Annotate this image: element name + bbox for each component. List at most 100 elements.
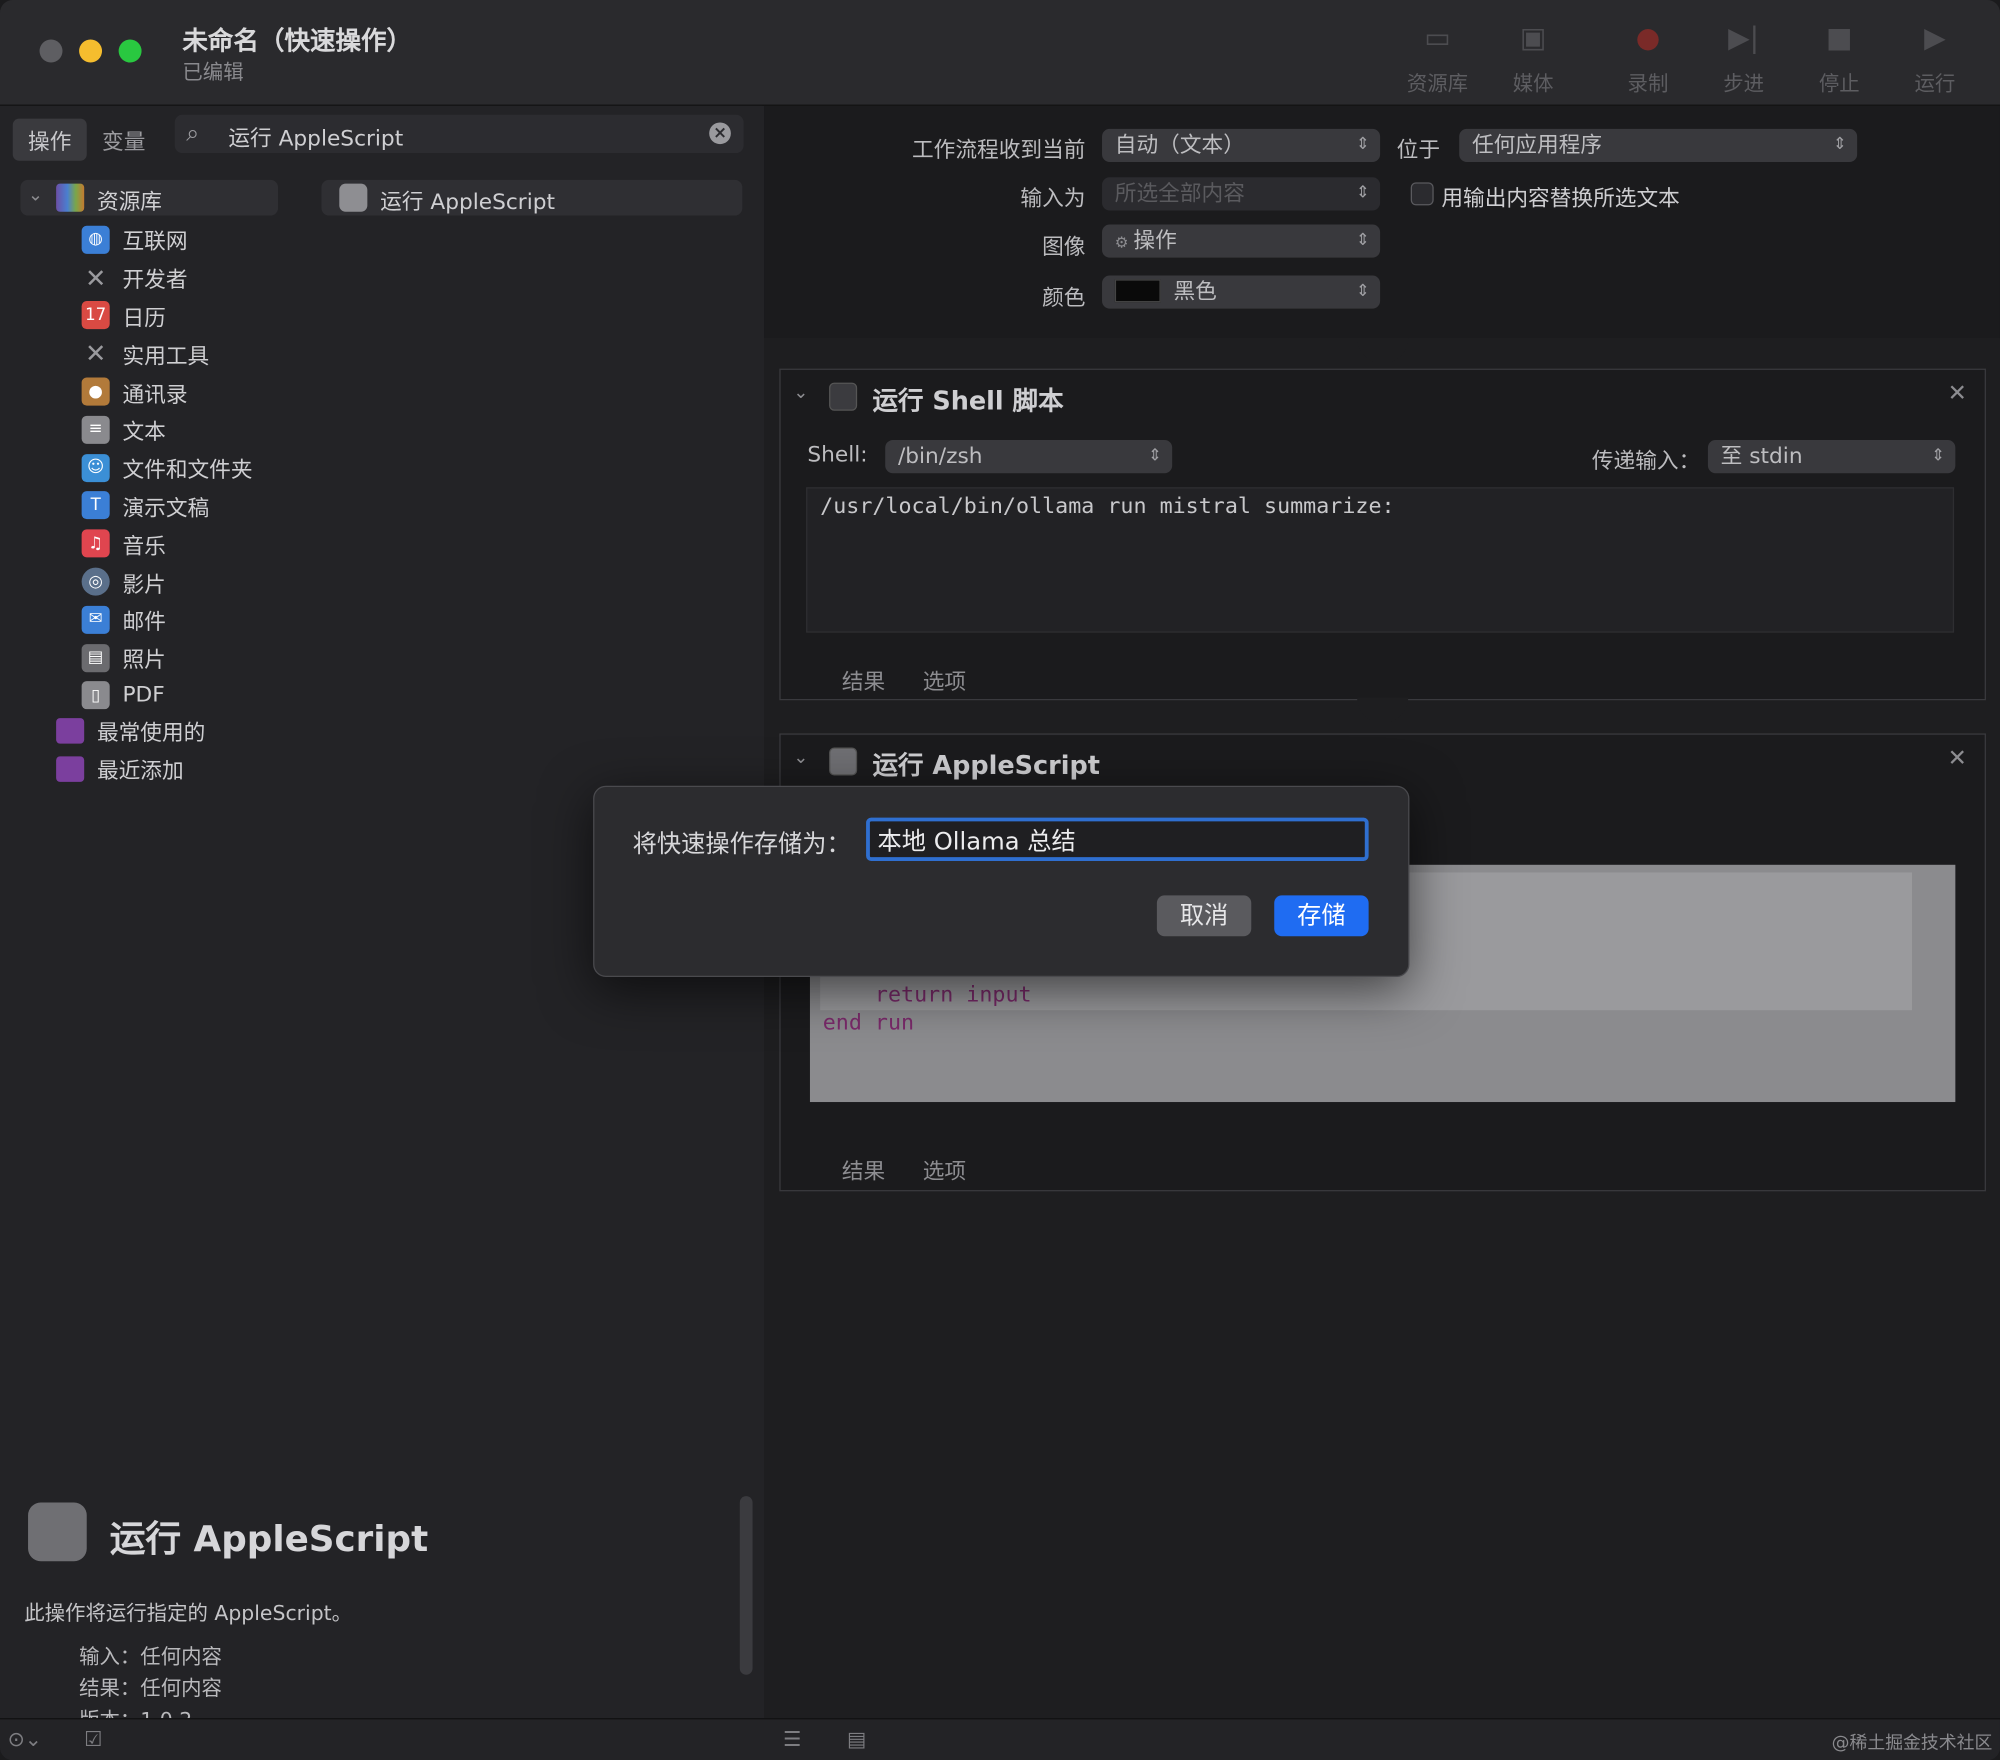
library-item-music[interactable]: ♫ 音乐 — [81, 525, 253, 563]
workflow-settings: 工作流程收到当前 自动（文本） ⇕ 位于 任何应用程序 ⇕ 输入为 所选全部内容 ⇕ … — [764, 105, 2000, 339]
library-item-label: 实用工具 — [122, 344, 210, 370]
record-toolbar-button[interactable]: ● 录制 — [1610, 23, 1687, 97]
action-result-item[interactable]: 运行 AppleScript — [321, 179, 743, 216]
chevron-updown-icon: ⇕ — [1355, 183, 1370, 203]
applescript-action-title: 运行 AppleScript — [872, 749, 1100, 781]
text-icon: ≡ — [81, 415, 110, 444]
run-toolbar-button[interactable]: ▶ 运行 — [1897, 23, 1974, 97]
library-item-photos[interactable]: ▤ 照片 — [81, 639, 253, 677]
mail-icon: ✉ — [81, 605, 110, 634]
search-input[interactable] — [225, 118, 691, 152]
library-item-internet[interactable]: ◍ 互联网 — [81, 221, 253, 259]
replace-text-label: 用输出内容替换所选文本 — [1441, 186, 1680, 212]
library-toolbar-button[interactable]: ▭ 资源库 — [1399, 23, 1476, 97]
pass-input-value: 至 stdin — [1720, 443, 1803, 470]
record-icon: ● — [1635, 22, 1661, 55]
workflow-connector — [1357, 338, 1409, 364]
library-item-contacts[interactable]: ● 通讯录 — [81, 373, 253, 411]
library-item-text[interactable]: ≡ 文本 — [81, 411, 253, 449]
chevron-updown-icon: ⇕ — [1833, 135, 1847, 155]
color-label: 颜色 — [1042, 285, 1086, 312]
stop-toolbar-button[interactable]: ■ 停止 — [1801, 23, 1878, 97]
calendar-icon: 17 — [81, 301, 110, 330]
save-button[interactable]: 存储 — [1274, 895, 1369, 937]
library-item-developer[interactable]: ✕ 开发者 — [82, 259, 253, 297]
chevron-updown-icon: ⇕ — [1355, 230, 1370, 250]
input-is-label: 输入为 — [1020, 186, 1086, 212]
cancel-button[interactable]: 取消 — [1156, 895, 1252, 937]
description-scrollbar[interactable] — [739, 1496, 753, 1675]
minimize-window-button[interactable] — [79, 39, 103, 63]
step-toolbar-button[interactable]: ▶︎| 步进 — [1705, 23, 1782, 97]
input-is-value: 所选全部内容 — [1114, 181, 1245, 207]
tab-options[interactable]: 选项 — [923, 670, 966, 696]
library-item-label: 演示文稿 — [122, 496, 210, 522]
save-name-input[interactable] — [869, 821, 1365, 858]
library-root-label: 资源库 — [96, 190, 162, 216]
watermark: @稀土掘金技术社区 — [1831, 1733, 1993, 1754]
library-item-files-folders[interactable]: ☺ 文件和文件夹 — [81, 449, 253, 487]
gear-icon: ⚙ — [1114, 233, 1134, 252]
tab-actions[interactable]: 操作 — [12, 118, 87, 161]
receives-label: 工作流程收到当前 — [911, 137, 1086, 164]
description-title: 运行 AppleScript — [109, 1517, 429, 1560]
title-bar: 未命名（快速操作） 已编辑 ▭ 资源库 ▣ 媒体 ● 录制 ▶︎| 步进 ■ 停… — [0, 0, 2000, 106]
library-root-item[interactable]: ⌄ 资源库 — [20, 179, 279, 216]
description-input: 输入：任何内容 — [79, 1644, 222, 1669]
workflow-connector — [1357, 697, 1409, 724]
library-item-calendar[interactable]: 17 日历 — [81, 297, 253, 335]
close-icon[interactable]: ✕ — [1948, 745, 1967, 772]
zoom-window-button[interactable] — [118, 39, 142, 63]
tab-results[interactable]: 结果 — [842, 670, 885, 696]
replace-text-checkbox[interactable] — [1410, 182, 1434, 206]
chevron-down-icon[interactable]: ⌄ — [793, 383, 808, 403]
save-name-field[interactable] — [866, 817, 1369, 861]
color-popup[interactable]: 黑色 ⇕ — [1102, 275, 1381, 309]
library-item-presentations[interactable]: T 演示文稿 — [81, 487, 253, 525]
shell-script-editor[interactable]: /usr/local/bin/ollama run mistral summar… — [806, 487, 1955, 633]
application-value: 任何应用程序 — [1471, 132, 1603, 159]
library-item-movies[interactable]: ◎ 影片 — [81, 563, 253, 601]
applescript-action-tabs: 结果 选项 — [842, 1153, 997, 1185]
close-icon[interactable]: ✕ — [1948, 380, 1967, 407]
library-item-label: 文本 — [122, 420, 166, 446]
application-popup[interactable]: 任何应用程序 ⇕ — [1459, 128, 1858, 162]
image-popup[interactable]: ⚙ 操作 ⇕ — [1102, 224, 1381, 258]
terminal-icon — [829, 382, 858, 411]
photos-icon: ▤ — [81, 643, 110, 672]
split-view-icon[interactable]: ▤ — [847, 1727, 866, 1751]
pdf-icon: ▯ — [81, 681, 110, 710]
window-subtitle: 已编辑 — [182, 59, 244, 85]
library-item-pdf[interactable]: ▯ PDF — [81, 677, 253, 715]
movies-icon: ◎ — [81, 567, 110, 596]
description-text: 此操作将运行指定的 AppleScript。 — [24, 1600, 353, 1625]
tab-options[interactable]: 选项 — [923, 1159, 966, 1185]
receives-popup[interactable]: 自动（文本） ⇕ — [1102, 128, 1381, 162]
checkbox-icon[interactable]: ☑ — [84, 1727, 102, 1751]
input-is-popup[interactable]: 所选全部内容 ⇕ — [1102, 177, 1381, 211]
library-item-mail[interactable]: ✉ 邮件 — [81, 601, 253, 639]
library-item-most-used[interactable]: 最常使用的 — [56, 714, 205, 746]
list-view-icon[interactable]: ☰ — [783, 1727, 801, 1751]
chevron-updown-icon: ⇕ — [1355, 281, 1370, 302]
shell-script-code: /usr/local/bin/ollama run mistral summar… — [820, 493, 1395, 520]
color-swatch — [1114, 279, 1161, 303]
more-options-icon[interactable]: ⊙⌄ — [8, 1727, 42, 1751]
shell-action-card: ⌄ 运行 Shell 脚本 ✕ Shell: /bin/zsh ⇕ 传递输入： 至… — [779, 368, 1986, 701]
tab-results[interactable]: 结果 — [842, 1159, 885, 1185]
shell-popup[interactable]: /bin/zsh ⇕ — [885, 440, 1173, 474]
pass-input-popup[interactable]: 至 stdin ⇕ — [1707, 440, 1956, 474]
tab-variables[interactable]: 变量 — [87, 119, 161, 161]
in-label: 位于 — [1396, 137, 1441, 164]
step-icon: ▶︎| — [1728, 22, 1760, 55]
library-item-utilities[interactable]: ✕ 实用工具 — [82, 335, 253, 373]
search-field[interactable]: ⌕ × — [174, 114, 744, 154]
close-window-button[interactable] — [39, 39, 63, 63]
search-icon: ⌕ — [186, 119, 200, 147]
library-item-recently-added[interactable]: 最近添加 — [56, 753, 184, 784]
chevron-down-icon[interactable]: ⌄ — [28, 185, 43, 205]
clear-search-icon[interactable]: × — [709, 122, 731, 145]
chevron-down-icon[interactable]: ⌄ — [793, 747, 808, 767]
media-toolbar-button[interactable]: ▣ 媒体 — [1495, 23, 1572, 97]
toolbar-label: 步进 — [1723, 71, 1765, 96]
